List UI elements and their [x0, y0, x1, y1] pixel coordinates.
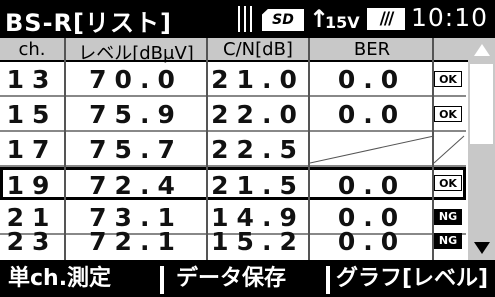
scrollbar[interactable] [468, 38, 495, 260]
cell-cn: 22.5 [211, 135, 305, 164]
channel-list-table: ch. レベル[dBμV] C/N[dB] BER 13 70.0 21.0 0… [0, 38, 495, 260]
scroll-up-arrow-icon[interactable] [468, 38, 495, 62]
header-level: レベル[dBμV] [78, 43, 194, 64]
cell-level: 72.4 [89, 171, 183, 200]
scroll-thumb[interactable] [470, 64, 493, 144]
header-ber: BER [353, 39, 391, 60]
cell-ch: 23 [6, 227, 58, 256]
status-badge: NG [434, 209, 462, 225]
table-row[interactable]: 23 72.1 15.2 0.0 NG [0, 226, 466, 259]
cell-cn: 21.5 [211, 171, 305, 200]
cell-cn: 21.0 [211, 65, 305, 94]
cell-ch: 19 [6, 171, 58, 200]
battery-icon: /// [367, 8, 405, 30]
function-key-bar: 単ch.測定 データ保存 グラフ[レベル] [0, 260, 495, 297]
cell-ch: 15 [6, 100, 58, 129]
footer-divider [160, 266, 164, 294]
table-row[interactable]: 17 75.7 22.5 [0, 134, 466, 167]
voltage-readout: 15V [325, 13, 360, 32]
clock: 10:10 [411, 3, 489, 32]
cell-level: 72.1 [89, 227, 183, 256]
status-badge: OK [434, 175, 462, 191]
single-ch-measure-button[interactable]: 単ch.測定 [8, 264, 111, 294]
status-badge: OK [434, 106, 462, 122]
table-row[interactable]: 15 75.9 22.0 0.0 OK [0, 99, 466, 132]
column-divider [432, 38, 434, 260]
sd-card-icon: SD [262, 9, 304, 31]
cell-cn: 22.0 [211, 100, 305, 129]
screen-title: BS-R[リスト] [5, 9, 172, 37]
footer-divider [326, 266, 330, 294]
cell-level: 75.7 [89, 135, 183, 164]
cell-ch: 13 [6, 65, 58, 94]
cell-cn: 15.2 [211, 227, 305, 256]
column-divider [64, 38, 66, 260]
cell-level: 75.9 [89, 100, 183, 129]
column-divider [308, 38, 310, 260]
cell-ber: 0.0 [337, 65, 407, 94]
column-divider [206, 38, 208, 260]
table-row[interactable]: 13 70.0 21.0 0.0 OK [0, 64, 466, 97]
signal-bars-icon [238, 6, 252, 32]
header-ch: ch. [18, 39, 46, 60]
cell-ber: 0.0 [337, 227, 407, 256]
save-data-button[interactable]: データ保存 [176, 264, 286, 294]
no-data-slash [310, 135, 465, 164]
cell-ber: 0.0 [337, 100, 407, 129]
status-badge: NG [434, 233, 462, 249]
table-header: ch. レベル[dBμV] C/N[dB] BER [0, 38, 495, 64]
graph-level-button[interactable]: グラフ[レベル] [336, 264, 488, 294]
table-row-selected[interactable]: 19 72.4 21.5 0.0 OK [0, 167, 466, 200]
cell-ber: 0.0 [337, 171, 407, 200]
status-badge: OK [434, 71, 462, 87]
cell-ch: 17 [6, 135, 58, 164]
cell-level: 70.0 [89, 65, 183, 94]
scroll-down-arrow-icon[interactable] [468, 236, 495, 260]
status-bar: BS-R[リスト] SD ↑ 15V /// 10:10 [0, 0, 495, 38]
header-cn: C/N[dB] [223, 39, 293, 60]
